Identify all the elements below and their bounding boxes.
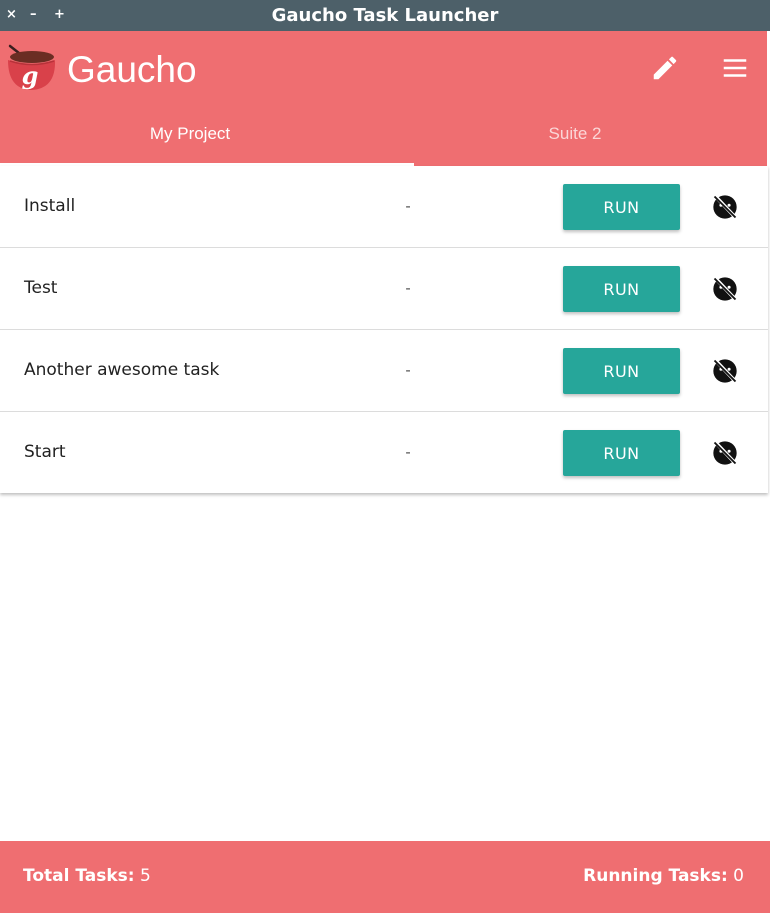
run-task-button[interactable]: RUN [563,430,680,476]
running-tasks-label: Running Tasks: [583,866,728,886]
task-status: - [405,362,411,379]
disabled-schedule-icon[interactable] [711,193,739,221]
svg-text:g: g [22,61,39,90]
hamburger-menu-icon[interactable] [720,53,750,83]
task-name: Another awesome task [24,360,220,380]
run-task-button[interactable]: RUN [563,266,680,312]
task-row: Another awesome task - RUN [0,330,768,412]
task-status: - [405,444,411,461]
app-window: × – + Gaucho Task Launcher g Gaucho My P… [0,0,770,913]
run-task-button[interactable]: RUN [563,184,680,230]
tab-suite-2[interactable]: Suite 2 [380,109,770,166]
task-row: Start - RUN [0,412,768,493]
task-name: Test [24,278,58,298]
status-footer: Total Tasks: 5 Running Tasks: 0 [0,841,770,913]
task-status: - [405,198,411,215]
running-tasks-value: 0 [733,866,744,886]
gaucho-logo-icon: g [8,44,56,90]
task-name: Start [24,442,66,462]
project-tabs: My Project Suite 2 [0,109,770,166]
app-header: g Gaucho My Project Suite 2 [0,31,770,166]
app-brand-title: Gaucho [67,49,197,90]
tab-my-project[interactable]: My Project [0,109,380,166]
title-bar: × – + Gaucho Task Launcher [0,0,770,31]
disabled-schedule-icon[interactable] [711,357,739,385]
total-tasks-stat: Total Tasks: 5 [23,841,151,911]
running-tasks-stat: Running Tasks: 0 [583,841,744,911]
disabled-schedule-icon[interactable] [711,439,739,467]
total-tasks-label: Total Tasks: [23,866,135,886]
task-row: Install - RUN [0,166,768,248]
task-name: Install [24,196,76,216]
run-task-button[interactable]: RUN [563,348,680,394]
pencil-icon[interactable] [650,53,680,83]
disabled-schedule-icon[interactable] [711,275,739,303]
task-list: Install - RUN Test - RUN Another awesome… [0,166,768,493]
window-title: Gaucho Task Launcher [271,5,499,26]
task-row: Test - RUN [0,248,768,330]
task-status: - [405,280,411,297]
total-tasks-value: 5 [140,866,151,886]
